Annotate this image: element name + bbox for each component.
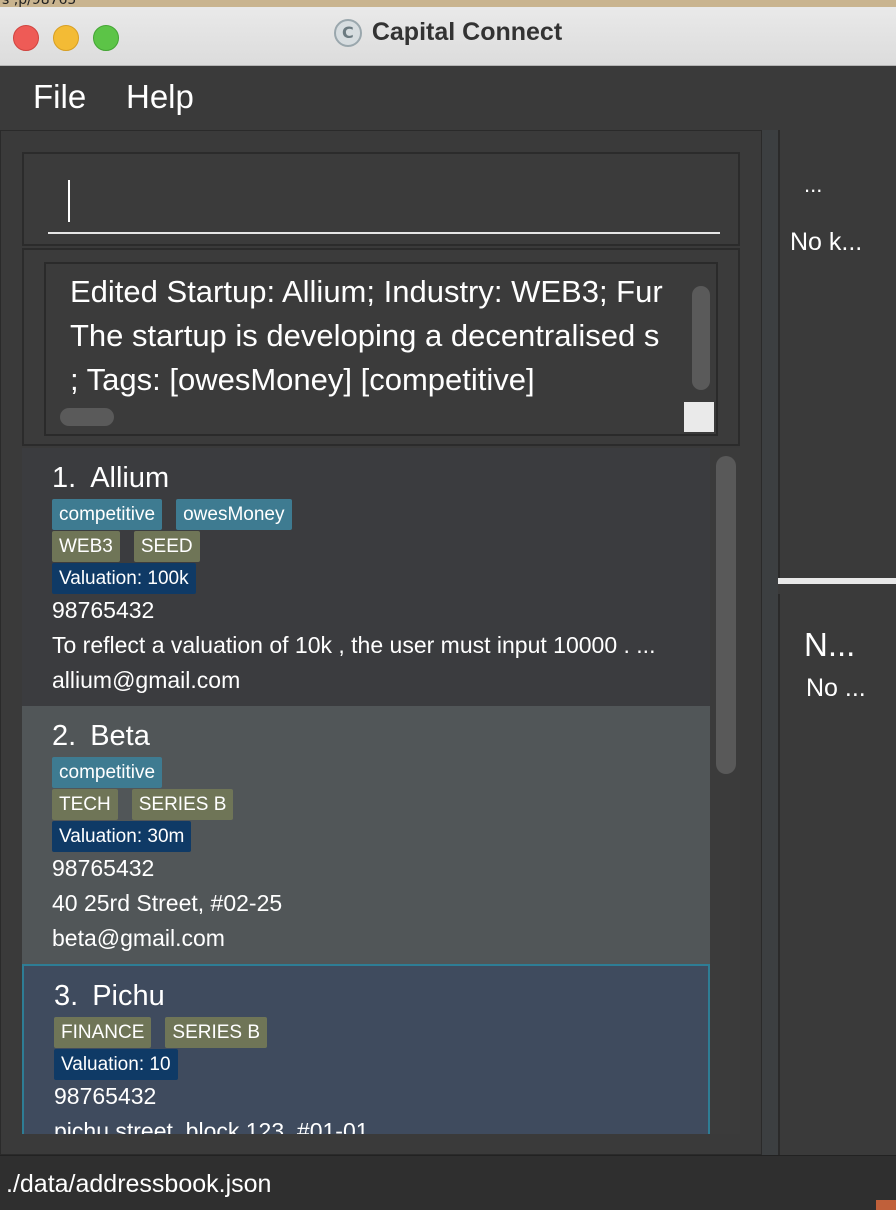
window-title: Capital Connect	[371, 18, 563, 46]
startup-card[interactable]: 1. Allium competitive owesMoney WEB3 SEED…	[22, 448, 710, 706]
startup-list-scrollbar[interactable]	[716, 456, 736, 774]
email-text: beta@gmail.com	[52, 925, 225, 951]
tag-label: competitive	[52, 499, 163, 530]
save-file-path: ./data/addressbook.json	[6, 1170, 272, 1198]
side-panel-top-text: No k...	[790, 228, 863, 256]
startup-list: 1. Allium competitive owesMoney WEB3 SEED…	[22, 448, 740, 1134]
result-display[interactable]: Edited Startup: Allium; Industry: WEB3; …	[44, 262, 718, 436]
funding-stage-label: SERIES B	[131, 789, 234, 820]
command-box	[22, 152, 740, 246]
startup-card-title: 2. Beta	[52, 720, 150, 753]
desktop-background-strip: s ,p/98765	[0, 0, 896, 8]
result-horizontal-scrollbar[interactable]	[60, 408, 114, 426]
result-display-panel: Edited Startup: Allium; Industry: WEB3; …	[22, 248, 740, 446]
side-panel-top	[778, 130, 896, 578]
desktop-background-text: s ,p/98765	[2, 0, 77, 8]
industry-funding-row: TECH SERIES B	[52, 789, 234, 820]
email-text: allium@gmail.com	[52, 667, 241, 693]
phone-text: 98765432	[54, 1083, 157, 1109]
menu-help[interactable]: Help	[126, 78, 194, 116]
result-vertical-scrollbar[interactable]	[692, 286, 710, 390]
tag-label: owesMoney	[176, 499, 292, 530]
industry-funding-row: FINANCE SERIES B	[54, 1017, 268, 1048]
valuation-row: Valuation: 10	[54, 1049, 178, 1080]
funding-stage-label: SERIES B	[165, 1017, 268, 1048]
valuation-label: Valuation: 10	[54, 1049, 178, 1080]
tag-row: competitive owesMoney	[52, 499, 292, 530]
menu-bar: File Help	[0, 66, 896, 130]
startup-name: Beta	[90, 720, 150, 752]
industry-label: FINANCE	[54, 1017, 152, 1048]
window-title-group: C Capital Connect	[0, 18, 896, 47]
address-text: To reflect a valuation of 10k , the user…	[52, 632, 656, 658]
window-titlebar: s ,p/98765 C Capital Connect	[0, 0, 896, 66]
side-panel-top-title: ...	[804, 172, 823, 197]
desktop-corner	[876, 1200, 896, 1210]
scroll-corner	[684, 402, 714, 432]
app-logo-icon: C	[333, 18, 362, 47]
valuation-label: Valuation: 100k	[52, 563, 196, 594]
command-input-underline	[48, 232, 720, 234]
command-input[interactable]	[48, 164, 720, 232]
result-text: Edited Startup: Allium; Industry: WEB3; …	[70, 274, 663, 397]
side-panel-top-content	[780, 130, 874, 578]
status-bar: ./data/addressbook.json	[0, 1155, 896, 1210]
industry-funding-row: WEB3 SEED	[52, 531, 200, 562]
tag-label: competitive	[52, 757, 163, 788]
valuation-row: Valuation: 30m	[52, 821, 192, 852]
valuation-row: Valuation: 100k	[52, 563, 196, 594]
startup-card-title: 1. Allium	[52, 462, 169, 495]
startup-card[interactable]: 2. Beta competitive TECH SERIES B Valuati…	[22, 706, 710, 964]
industry-label: WEB3	[52, 531, 120, 562]
side-panel-bottom-text: No ...	[806, 674, 866, 702]
startup-card-selected[interactable]: 3. Pichu FINANCE SERIES B Valuation: 10 9…	[22, 964, 710, 1134]
tag-row: competitive	[52, 757, 163, 788]
industry-label: TECH	[52, 789, 118, 820]
valuation-label: Valuation: 30m	[52, 821, 192, 852]
startup-name: Pichu	[92, 980, 165, 1012]
side-panel-bottom-title: N...	[804, 626, 856, 663]
phone-text: 98765432	[52, 597, 155, 623]
address-text: 40 25rd Street, #02-25	[52, 890, 283, 916]
startup-name: Allium	[90, 462, 170, 494]
startup-index: 1.	[52, 462, 77, 494]
phone-text: 98765432	[52, 855, 155, 881]
startup-index: 2.	[52, 720, 77, 752]
funding-stage-label: SEED	[133, 531, 200, 562]
startup-card-title: 3. Pichu	[54, 980, 165, 1013]
address-text: pichu street, block 123, #01-01	[54, 1118, 369, 1134]
split-pane-divider[interactable]	[778, 578, 896, 594]
startup-index: 3.	[54, 980, 79, 1012]
menu-file[interactable]: File	[33, 78, 86, 116]
